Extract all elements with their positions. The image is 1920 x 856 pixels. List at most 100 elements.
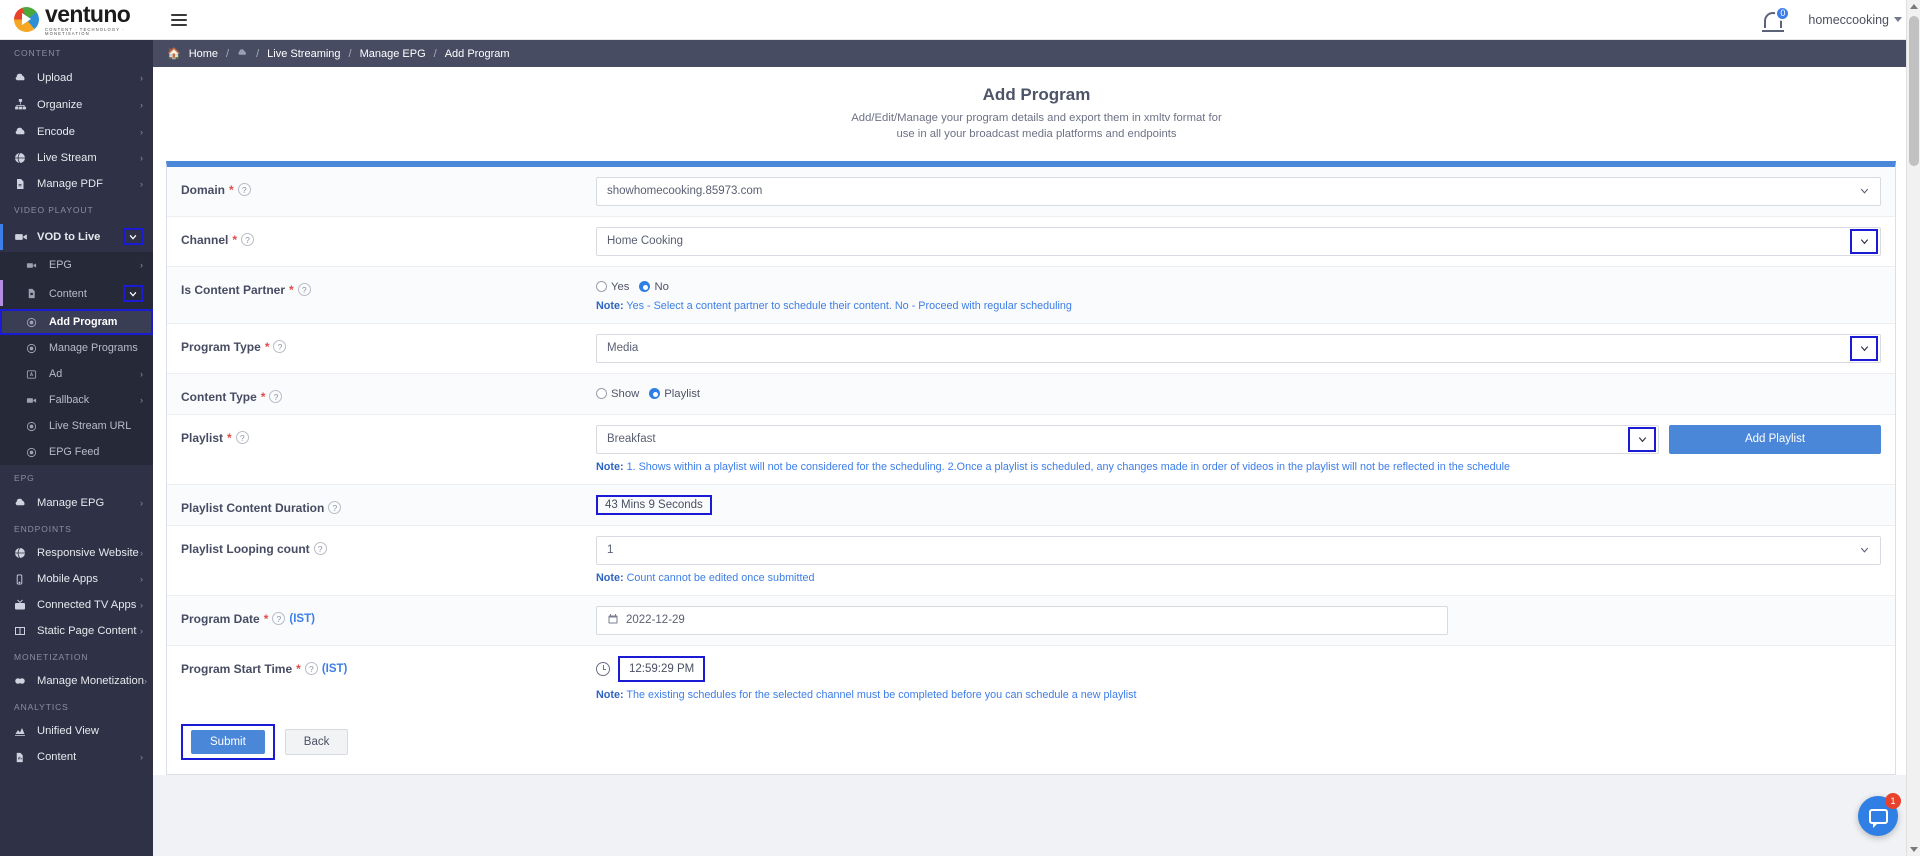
help-icon[interactable]: ? bbox=[272, 612, 286, 626]
chevron-right-icon: › bbox=[140, 574, 143, 584]
back-button[interactable]: Back bbox=[284, 728, 349, 755]
sidebar-item-encode[interactable]: Encode › bbox=[0, 118, 153, 145]
sidebar-item-live-stream-url[interactable]: Live Stream URL bbox=[0, 413, 153, 439]
sidebar-item-content[interactable]: Content bbox=[0, 278, 153, 309]
looping-count-label: Playlist Looping count bbox=[181, 541, 310, 556]
radio-option-playlist[interactable]: Playlist bbox=[649, 388, 700, 400]
note-text: Count cannot be edited once submitted bbox=[623, 571, 815, 584]
sidebar-item-fallback[interactable]: Fallback › bbox=[0, 387, 153, 413]
playlist-select-wrap: Breakfast bbox=[596, 424, 1659, 454]
sidebar-item-unified-view[interactable]: Unified View bbox=[0, 718, 153, 744]
sidebar-item-responsive-website[interactable]: Responsive Website › bbox=[0, 540, 153, 566]
submit-button[interactable]: Submit bbox=[191, 729, 265, 754]
menu-toggle-icon[interactable] bbox=[171, 11, 187, 29]
required-marker: * bbox=[263, 611, 269, 626]
breadcrumb-manage-epg[interactable]: Manage EPG bbox=[360, 48, 426, 60]
breadcrumb-live-streaming[interactable]: Live Streaming bbox=[267, 48, 340, 60]
sidebar-item-add-program[interactable]: Add Program bbox=[0, 309, 153, 335]
sitemap-icon bbox=[14, 98, 30, 111]
playlist-value: Breakfast bbox=[607, 433, 656, 446]
sidebar-item-connected-tv-apps[interactable]: Connected TV Apps › bbox=[0, 592, 153, 618]
notification-badge: 0 bbox=[1775, 5, 1791, 21]
chevron-right-icon: › bbox=[140, 752, 143, 762]
radio-yes[interactable] bbox=[596, 281, 607, 293]
sidebar-item-analytics-content[interactable]: Content › bbox=[0, 744, 153, 770]
sidebar-item-manage-programs[interactable]: Manage Programs bbox=[0, 335, 153, 361]
content-type-label: Content Type bbox=[181, 389, 257, 404]
chevron-down-icon bbox=[1860, 548, 1869, 553]
scrollbar-thumb[interactable] bbox=[1909, 16, 1919, 166]
vod-collapse-toggle[interactable] bbox=[123, 228, 143, 245]
breadcrumb-separator: / bbox=[433, 47, 437, 60]
help-icon[interactable]: ? bbox=[269, 390, 283, 404]
program-date-input[interactable]: 2022-12-29 bbox=[596, 605, 1448, 635]
sidebar-item-upload[interactable]: Upload › bbox=[0, 64, 153, 91]
program-type-select[interactable]: Media bbox=[596, 333, 1881, 363]
playlist-dropdown-toggle[interactable] bbox=[1628, 426, 1656, 452]
sidebar-item-epg-feed[interactable]: EPG Feed bbox=[0, 439, 153, 465]
playlist-select[interactable]: Breakfast bbox=[596, 424, 1659, 454]
program-start-time-input[interactable]: 12:59:29 PM bbox=[618, 655, 706, 682]
chat-launcher-button[interactable]: 1 bbox=[1858, 793, 1901, 836]
is-content-partner-label: Is Content Partner bbox=[181, 282, 286, 297]
brand-zone[interactable]: ventuno CONTENT · TECHNOLOGY · MONETISAT… bbox=[0, 0, 153, 39]
form-row-content-type: Content Type * ? Show Playlist bbox=[167, 373, 1895, 415]
tv-icon bbox=[14, 599, 30, 611]
sidebar-item-epg[interactable]: EPG › bbox=[0, 252, 153, 278]
add-playlist-button[interactable]: Add Playlist bbox=[1669, 424, 1881, 454]
sidebar-item-vod-to-live[interactable]: VOD to Live bbox=[0, 221, 153, 252]
sidebar-label: Static Page Content bbox=[37, 625, 137, 637]
breadcrumb-add-program[interactable]: Add Program bbox=[445, 48, 510, 60]
radio-show[interactable] bbox=[596, 388, 607, 400]
page-scrollbar[interactable] bbox=[1906, 0, 1920, 856]
sidebar-item-static-page-content[interactable]: Static Page Content › bbox=[0, 618, 153, 644]
sidebar-item-ad[interactable]: Ad › bbox=[0, 361, 153, 387]
radio-option-show[interactable]: Show bbox=[596, 388, 639, 400]
radio-option-no[interactable]: No bbox=[639, 280, 669, 293]
chevron-right-icon: › bbox=[140, 395, 143, 405]
home-icon: 🏠 bbox=[167, 48, 181, 60]
help-icon[interactable]: ? bbox=[273, 340, 287, 354]
sidebar-item-live-stream[interactable]: Live Stream › bbox=[0, 145, 153, 171]
notifications-button[interactable]: 0 bbox=[1756, 5, 1791, 32]
circle-dot-icon bbox=[26, 447, 42, 458]
help-icon[interactable]: ? bbox=[304, 662, 318, 676]
scroll-up-arrow[interactable] bbox=[1910, 4, 1918, 9]
help-icon[interactable]: ? bbox=[237, 183, 251, 197]
sidebar-item-manage-monetization[interactable]: Manage Monetization › bbox=[0, 668, 153, 694]
chevron-right-icon: › bbox=[140, 497, 143, 508]
sidebar-label: Manage Monetization bbox=[37, 675, 144, 687]
page-subtitle-line1: Add/Edit/Manage your program details and… bbox=[851, 112, 1222, 124]
help-icon[interactable]: ? bbox=[328, 501, 342, 515]
chart-icon bbox=[14, 725, 30, 737]
user-menu[interactable]: homeccooking bbox=[1808, 13, 1902, 27]
sidebar-label: Manage PDF bbox=[37, 178, 103, 190]
sidebar-item-organize[interactable]: Organize › bbox=[0, 91, 153, 118]
page-title: Add Program bbox=[982, 85, 1091, 104]
content-collapse-toggle[interactable] bbox=[123, 285, 143, 302]
help-icon[interactable]: ? bbox=[313, 542, 327, 556]
help-icon[interactable]: ? bbox=[297, 283, 311, 297]
looping-count-select[interactable]: 1 bbox=[596, 535, 1881, 565]
program-type-dropdown-toggle[interactable] bbox=[1850, 335, 1878, 361]
sidebar-item-mobile-apps[interactable]: Mobile Apps › bbox=[0, 566, 153, 592]
radio-no-label: No bbox=[654, 280, 669, 293]
domain-select[interactable]: showhomecooking.85973.com bbox=[596, 176, 1881, 206]
required-marker: * bbox=[260, 389, 266, 404]
sidebar-label: Add Program bbox=[49, 316, 118, 328]
playlist-controls: Breakfast Add Playlist bbox=[596, 424, 1881, 454]
help-icon[interactable]: ? bbox=[241, 233, 255, 247]
scroll-down-arrow[interactable] bbox=[1910, 847, 1918, 852]
radio-option-yes[interactable]: Yes bbox=[596, 281, 629, 293]
channel-select[interactable]: Home Cooking bbox=[596, 226, 1881, 256]
channel-dropdown-toggle[interactable] bbox=[1850, 228, 1878, 254]
sidebar-item-manage-pdf[interactable]: Manage PDF › bbox=[0, 171, 153, 197]
top-bar: ventuno CONTENT · TECHNOLOGY · MONETISAT… bbox=[0, 0, 1920, 40]
chevron-right-icon: › bbox=[140, 548, 143, 558]
sidebar-item-manage-epg[interactable]: Manage EPG › bbox=[0, 489, 153, 516]
channel-label-group: Channel * ? bbox=[181, 227, 596, 247]
breadcrumb-home[interactable]: Home bbox=[189, 48, 218, 60]
radio-no[interactable] bbox=[639, 281, 651, 293]
help-icon[interactable]: ? bbox=[235, 431, 249, 445]
radio-playlist[interactable] bbox=[649, 388, 661, 400]
